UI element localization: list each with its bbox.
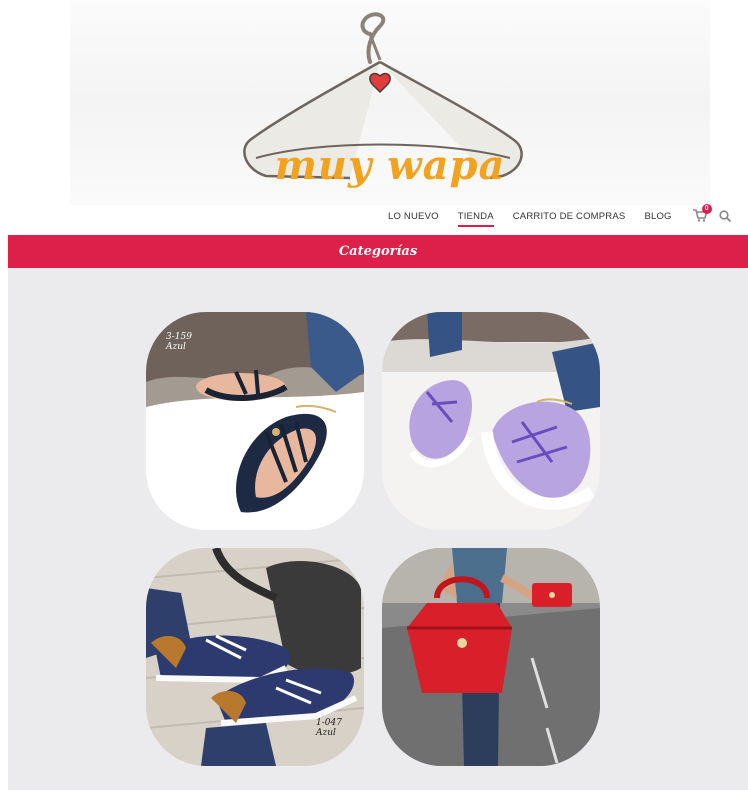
nav-item-blog[interactable]: BLOG	[644, 211, 671, 222]
tile-caption-code: 1-047	[316, 718, 342, 728]
cart-count-badge: 0	[701, 204, 712, 214]
category-tile-navy-sneakers[interactable]: 1-047 Azul	[146, 548, 364, 766]
site-logo[interactable]: muy wapa	[70, 0, 710, 205]
category-tile-sandals[interactable]: 3-159 Azul	[146, 312, 364, 530]
red-handbag-image	[382, 548, 600, 766]
tile-caption-color: Azul	[316, 728, 336, 738]
nav-item-tienda[interactable]: TIENDA	[457, 211, 494, 227]
tile-caption-code: 3-159	[166, 332, 192, 342]
tile-caption-color: Azul	[166, 342, 186, 352]
category-tile-lilac-sneakers[interactable]	[382, 312, 600, 530]
categories-title: Categorías	[338, 244, 418, 259]
lilac-sneakers-image	[382, 312, 600, 530]
search-icon[interactable]	[719, 210, 731, 222]
category-tile-red-handbag[interactable]	[382, 548, 600, 766]
nav-item-carrito[interactable]: CARRITO DE COMPRAS	[513, 211, 626, 222]
nav-item-lo-nuevo[interactable]: LO NUEVO	[388, 211, 439, 222]
categories-heading-bar: Categorías	[8, 235, 748, 268]
logo-wordmark: muy wapa	[274, 142, 506, 189]
shopping-cart-icon[interactable]: 0	[692, 204, 712, 223]
category-grid: 3-159 Azul 1-047 Azul	[8, 268, 748, 790]
main-nav: LO NUEVO TIENDA CARRITO DE COMPRAS BLOG …	[388, 204, 731, 227]
